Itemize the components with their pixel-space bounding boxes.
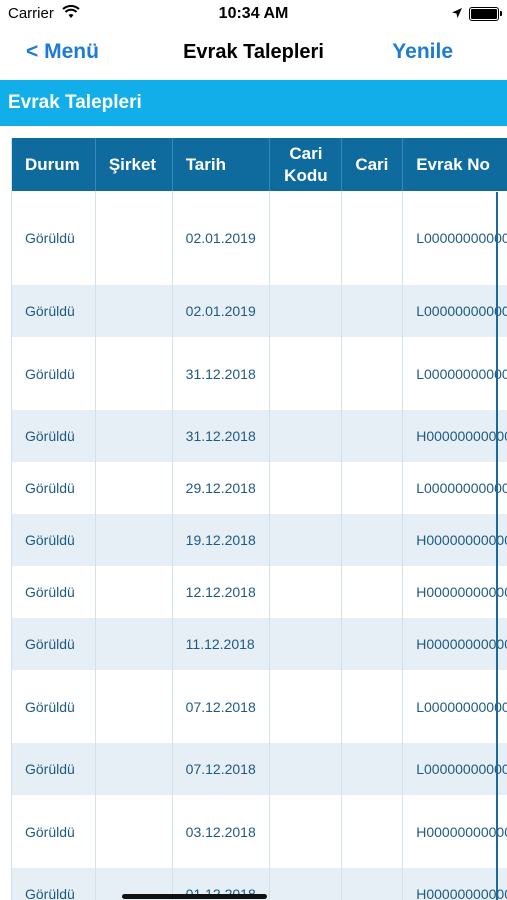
cell-sirket <box>96 285 173 337</box>
cell-tarih: 02.01.2019 <box>173 191 271 285</box>
table-row[interactable]: Görüldü 02.01.2019 L000000000000 <box>12 191 507 285</box>
cell-tarih: 07.12.2018 <box>173 670 271 743</box>
cell-cari <box>342 191 404 285</box>
cell-evrak-no: L000000000000 <box>416 761 507 777</box>
cell-evrak-no: H000000000000 <box>416 823 507 840</box>
cell-cari-kodu <box>270 191 343 285</box>
cell-sirket <box>96 618 173 670</box>
cell-cari <box>342 462 404 514</box>
cell-tarih: 03.12.2018 <box>173 795 271 868</box>
cell-evrak-no: H000000000000 <box>416 636 507 652</box>
cell-durum: Görüldü <box>12 618 96 670</box>
cell-sirket <box>96 410 173 462</box>
cell-sirket <box>96 462 173 514</box>
cell-tarih: 12.12.2018 <box>173 566 271 618</box>
header-cari[interactable]: Cari <box>342 138 404 191</box>
cell-sirket <box>96 514 173 566</box>
cell-tarih: 02.01.2019 <box>173 285 271 337</box>
table-row[interactable]: Görüldü 31.12.2018 H000000000000 <box>12 410 507 462</box>
cell-tarih: 07.12.2018 <box>173 743 271 795</box>
cell-durum: Görüldü <box>12 514 96 566</box>
refresh-button[interactable]: Yenile <box>392 40 453 64</box>
cell-evrak-no: L000000000000 <box>416 365 507 382</box>
cell-cari <box>342 514 404 566</box>
cell-sirket <box>96 566 173 618</box>
cell-durum: Görüldü <box>12 743 96 795</box>
cell-cari-kodu <box>270 285 343 337</box>
table-row[interactable]: Görüldü 29.12.2018 L000000000000 <box>12 462 507 514</box>
cell-sirket <box>96 743 173 795</box>
table-row[interactable]: Görüldü 02.01.2019 L000000000000 <box>12 285 507 337</box>
cell-cari-kodu <box>270 868 343 900</box>
cell-evrak-no: L000000000000 <box>416 480 507 496</box>
location-arrow-icon <box>451 6 463 23</box>
cell-durum: Görüldü <box>12 191 96 285</box>
section-header: Evrak Talepleri <box>0 80 507 126</box>
battery-icon <box>469 7 502 21</box>
cell-cari-kodu <box>270 670 343 743</box>
cell-durum: Görüldü <box>12 285 96 337</box>
cell-cari <box>342 410 404 462</box>
cell-evrak-no: L000000000000 <box>416 698 507 715</box>
cell-evrak-no: H000000000000 <box>416 584 507 600</box>
table-row[interactable]: Görüldü 07.12.2018 L000000000000 <box>12 743 507 795</box>
cell-evrak-no: L000000000000 <box>416 230 507 246</box>
cell-evrak-no: H000000000000 <box>416 886 507 900</box>
cell-tarih: 11.12.2018 <box>173 618 271 670</box>
cell-evrak-no: L000000000000 <box>416 303 507 319</box>
navigation-bar: < Menü Evrak Talepleri Yenile <box>0 28 507 78</box>
cell-cari <box>342 566 404 618</box>
table-row[interactable]: Görüldü 12.12.2018 H000000000000 <box>12 566 507 618</box>
cell-tarih: 29.12.2018 <box>173 462 271 514</box>
cell-cari-kodu <box>270 618 343 670</box>
cell-durum: Görüldü <box>12 410 96 462</box>
cell-sirket <box>96 191 173 285</box>
status-bar: Carrier 10:34 AM <box>0 0 507 28</box>
header-sirket[interactable]: Şirket <box>96 138 173 191</box>
header-durum[interactable]: Durum <box>12 138 96 191</box>
cell-cari <box>342 795 404 868</box>
cell-cari-kodu <box>270 795 343 868</box>
cell-cari <box>342 618 404 670</box>
table-row[interactable]: Görüldü 03.12.2018 H000000000000 <box>12 795 507 868</box>
table-row[interactable]: Görüldü 11.12.2018 H000000000000 <box>12 618 507 670</box>
cell-durum: Görüldü <box>12 795 96 868</box>
cell-cari <box>342 337 404 410</box>
table-header: Durum Şirket Tarih Cari Kodu Cari Evrak … <box>12 138 507 191</box>
cell-tarih: 31.12.2018 <box>173 410 271 462</box>
status-time: 10:34 AM <box>218 5 289 22</box>
cell-tarih: 31.12.2018 <box>173 337 271 410</box>
cell-cari-kodu <box>270 566 343 618</box>
cell-durum: Görüldü <box>12 337 96 410</box>
cell-durum: Görüldü <box>12 566 96 618</box>
cell-evrak-no: H000000000000 <box>416 532 507 548</box>
cell-cari <box>342 743 404 795</box>
cell-cari-kodu <box>270 514 343 566</box>
table-body: Görüldü 02.01.2019 L000000000000 Görüldü 02.… <box>12 191 507 900</box>
cell-sirket <box>96 795 173 868</box>
cell-tarih: 19.12.2018 <box>173 514 271 566</box>
cell-sirket <box>96 337 173 410</box>
header-cari-kodu[interactable]: Cari Kodu <box>270 138 343 191</box>
cell-cari-kodu <box>270 743 343 795</box>
cell-durum: Görüldü <box>12 462 96 514</box>
cell-cari-kodu <box>270 410 343 462</box>
cell-sirket <box>96 670 173 743</box>
cell-durum: Görüldü <box>12 670 96 743</box>
header-tarih[interactable]: Tarih <box>173 138 271 191</box>
cell-cari-kodu <box>270 462 343 514</box>
table-row[interactable]: Görüldü 07.12.2018 L000000000000 <box>12 670 507 743</box>
home-indicator <box>122 894 267 899</box>
cell-cari <box>342 670 404 743</box>
table-row[interactable]: Görüldü 19.12.2018 H000000000000 <box>12 514 507 566</box>
cell-cari <box>342 868 404 900</box>
cell-durum: Görüldü <box>12 868 96 900</box>
table-row[interactable]: Görüldü 31.12.2018 L000000000000 <box>12 337 507 410</box>
header-evrak-no[interactable]: Evrak No <box>403 138 507 191</box>
cell-evrak-no: H000000000000 <box>416 428 507 444</box>
cell-cari <box>342 285 404 337</box>
cell-cari-kodu <box>270 337 343 410</box>
requests-table[interactable]: Durum Şirket Tarih Cari Kodu Cari Evrak … <box>11 138 507 900</box>
